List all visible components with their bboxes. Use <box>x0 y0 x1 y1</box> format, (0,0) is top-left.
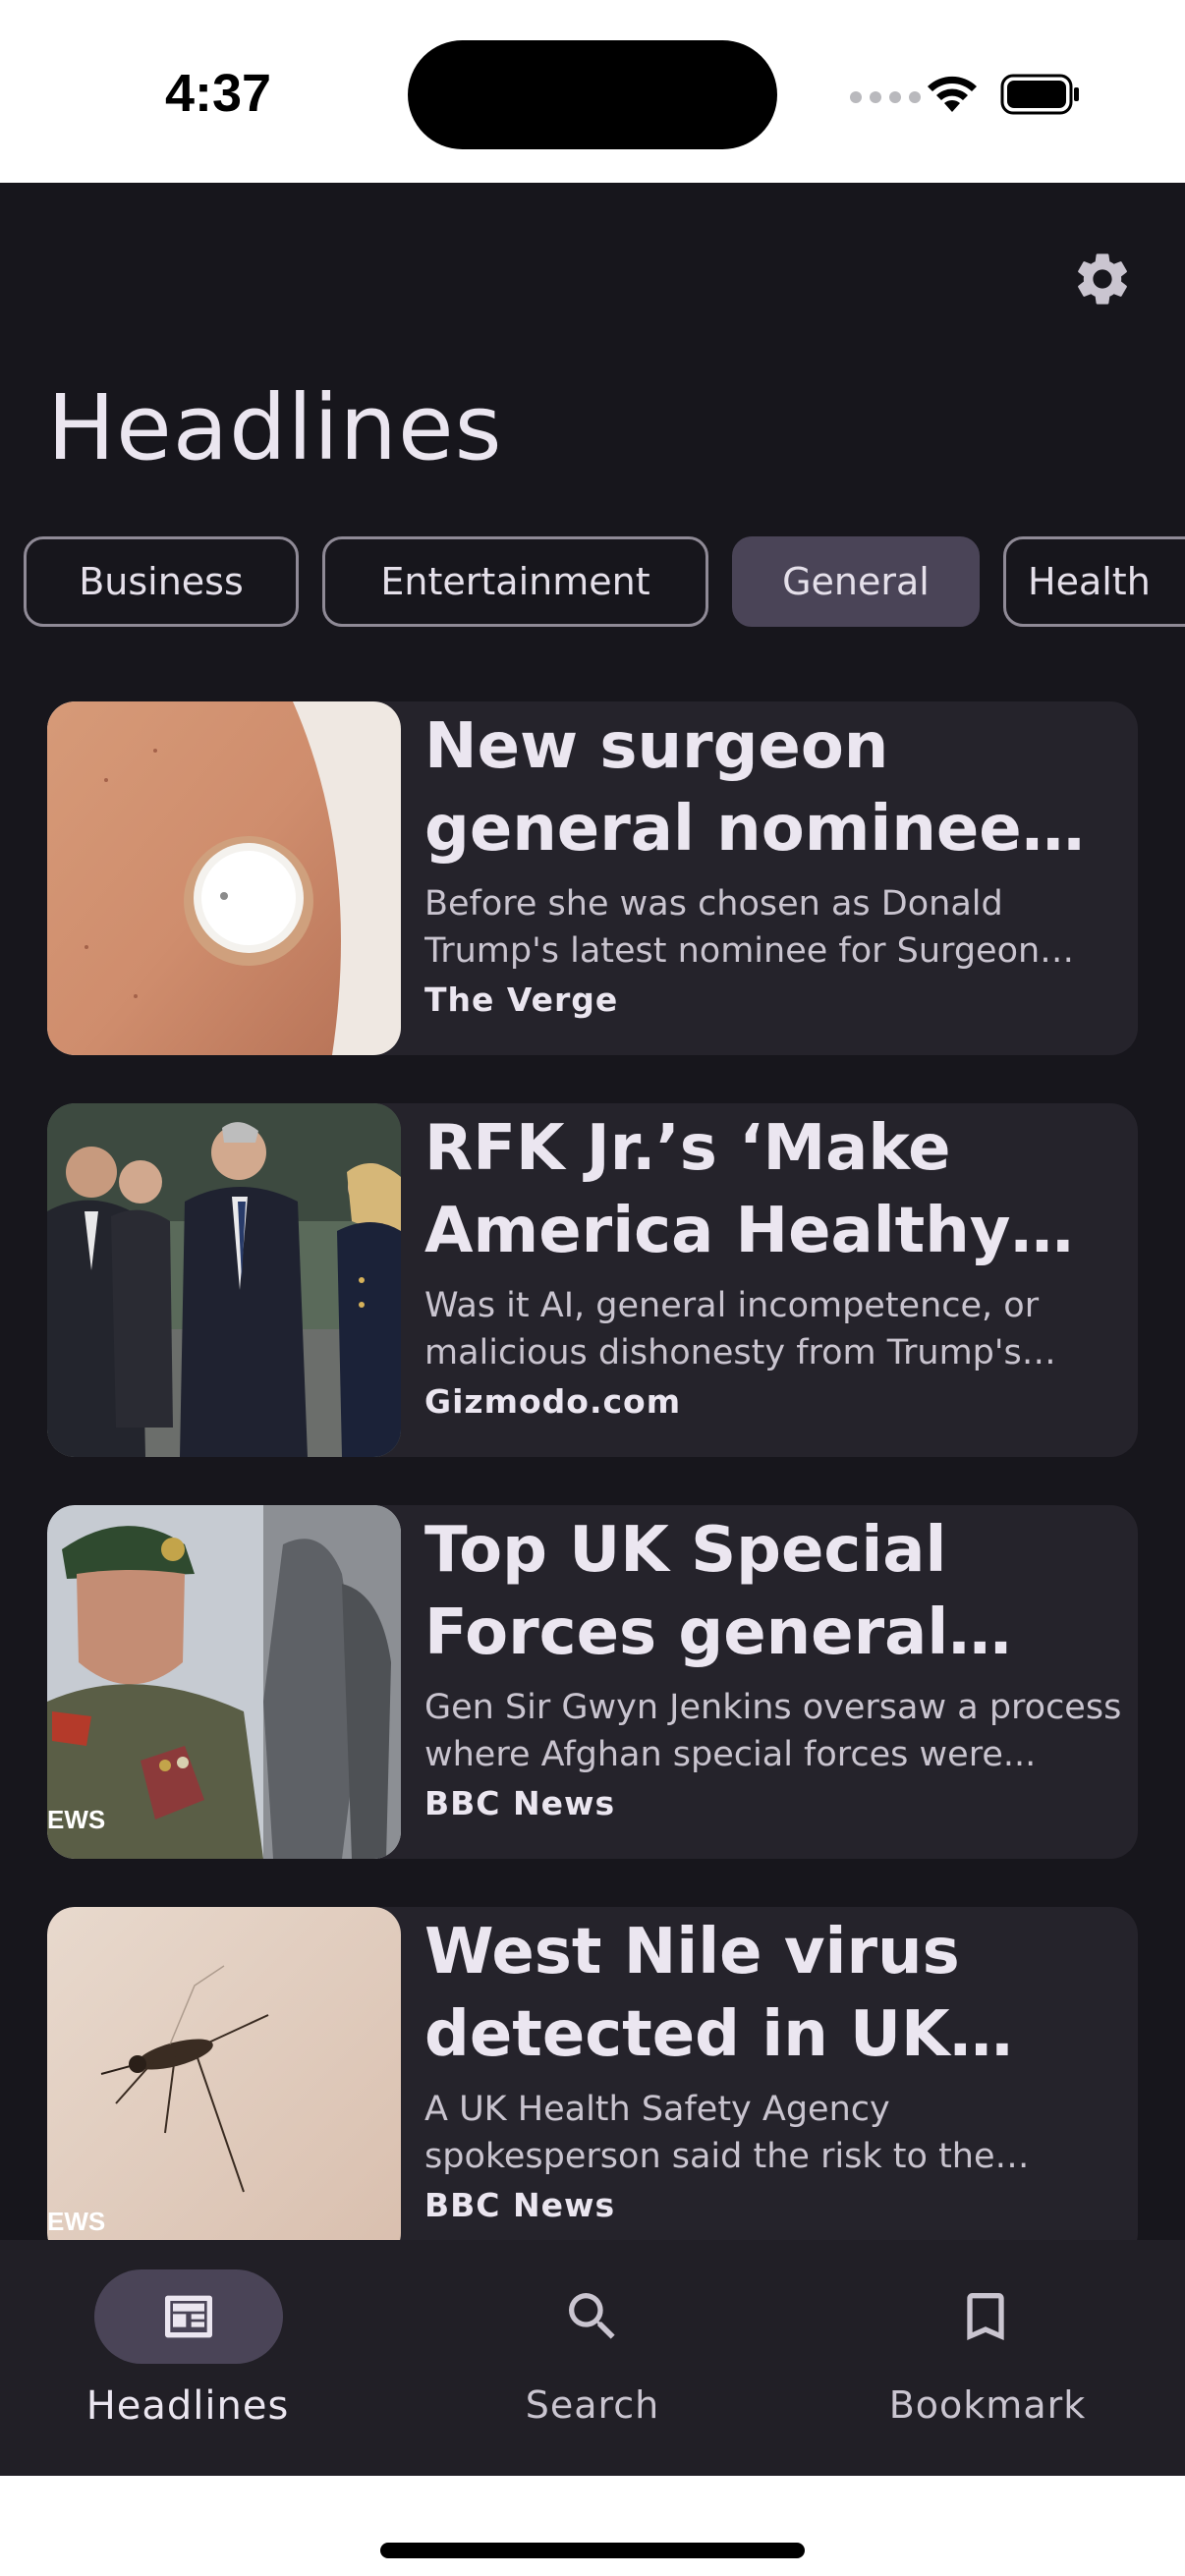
battery-icon <box>1000 74 1079 115</box>
chip-entertainment[interactable]: Entertainment <box>322 536 708 627</box>
chip-business[interactable]: Business <box>24 536 299 627</box>
wifi-icon <box>928 76 977 112</box>
dynamic-island <box>408 40 777 149</box>
home-indicator-area <box>0 2476 1185 2576</box>
cellular-signal-icon <box>850 91 921 103</box>
article-thumbnail: EWS <box>47 1907 401 2261</box>
article-card[interactable]: New surgeon general nominee cofounded a … <box>47 701 1138 1055</box>
image-watermark: EWS <box>47 2207 106 2236</box>
article-thumbnail: EWS <box>47 1505 401 1859</box>
bookmark-icon <box>967 2293 1004 2340</box>
article-source: The Verge <box>424 980 619 1019</box>
status-bar: 4:37 <box>0 0 1185 183</box>
settings-gear-icon[interactable] <box>1071 248 1134 310</box>
page-title: Headlines <box>47 375 503 480</box>
nav-item-bookmark[interactable]: Bookmark <box>790 2240 1185 2476</box>
article-description: Gen Sir Gwyn Jenkins oversaw a process w… <box>424 1688 1122 1774</box>
home-indicator[interactable] <box>380 2543 805 2558</box>
article-headline: RFK Jr.’s ‘Make America Healthy Again’ r… <box>424 1112 1011 1267</box>
article-description: Was it AI, general incompetence, or mali… <box>424 1286 1040 1372</box>
nav-item-headlines[interactable]: Headlines <box>0 2240 395 2476</box>
nav-label-headlines: Headlines <box>85 2383 290 2429</box>
category-chips: Business Entertainment General Health <box>0 536 1185 635</box>
article-source: Gizmodo.com <box>424 1382 682 1421</box>
image-watermark: EWS <box>47 1805 106 1834</box>
chip-health[interactable]: Health <box>1003 536 1185 627</box>
newspaper-icon <box>165 2295 212 2338</box>
article-card[interactable]: EWS Top UK Special Forces general oversa… <box>47 1505 1138 1859</box>
article-headline: New surgeon general nominee cofounded a … <box>424 710 1022 866</box>
article-source: BBC News <box>424 2186 616 2224</box>
article-card[interactable]: RFK Jr.’s ‘Make America Healthy Again’ r… <box>47 1103 1138 1457</box>
article-thumbnail <box>47 1103 401 1457</box>
article-source: BBC News <box>424 1784 616 1822</box>
article-card[interactable]: EWS West Nile virus detected in UK mosqu… <box>47 1907 1138 2261</box>
app-screen: Headlines Business Entertainment General… <box>0 183 1185 2476</box>
article-description: A UK Health Safety Agency spokesperson s… <box>424 2090 995 2176</box>
article-description: Before she was chosen as Donald Trump's … <box>424 884 1041 971</box>
article-headline: West Nile virus detected in UK mosquitoe… <box>424 1916 960 2071</box>
chip-general[interactable]: General <box>732 536 980 627</box>
bottom-navigation: Headlines Search Bookmark <box>0 2240 1185 2476</box>
article-headline: Top UK Special Forces general oversaw pr… <box>424 1514 949 1669</box>
nav-label-bookmark: Bookmark <box>888 2383 1087 2427</box>
search-icon <box>569 2293 615 2339</box>
nav-item-search[interactable]: Search <box>395 2240 790 2476</box>
nav-label-search: Search <box>525 2383 660 2427</box>
article-thumbnail <box>47 701 401 1055</box>
status-time: 4:37 <box>165 64 272 123</box>
